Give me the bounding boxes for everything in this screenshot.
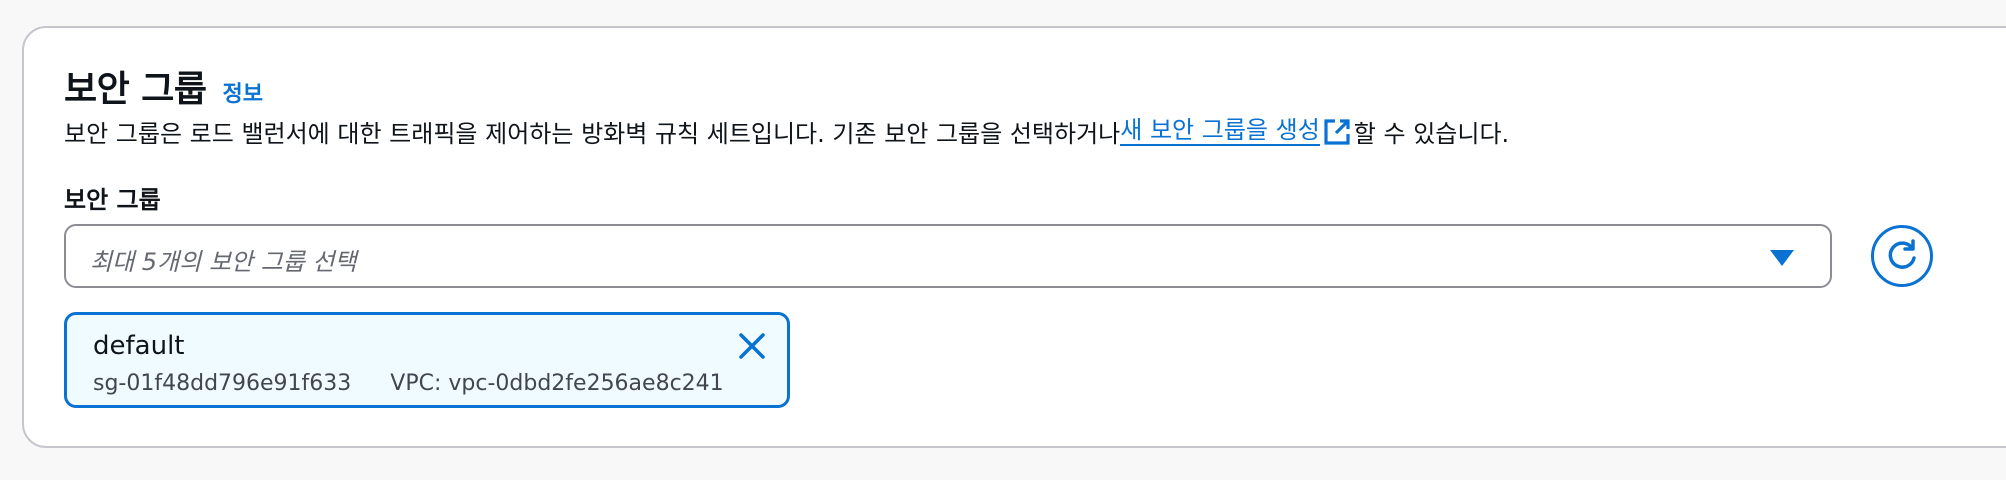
section-title: 보안 그룹 [64, 69, 207, 110]
section-header: 보안 그룹 정보 [64, 60, 263, 112]
external-link-icon[interactable] [1322, 117, 1352, 147]
create-security-group-link[interactable]: 새 보안 그룹을 생성 [1120, 116, 1320, 147]
refresh-button[interactable] [1871, 225, 1933, 287]
security-group-field-label: 보안 그룹 [64, 186, 161, 214]
refresh-icon [1888, 239, 1916, 269]
token-vpc-id: VPC: vpc-0dbd2fe256ae8c241 [390, 371, 724, 396]
token-group-name: default [93, 331, 185, 361]
select-placeholder: 최대 5개의 보안 그룹 선택 [90, 248, 357, 276]
token-meta: sg-01f48dd796e91f633 VPC: vpc-0dbd2fe256… [93, 371, 724, 396]
description-text: 보안 그룹은 로드 밸런서에 대한 트래픽을 제어하는 방화벽 규칙 세트입니다… [64, 120, 1121, 148]
close-icon[interactable] [733, 327, 771, 365]
selected-security-group-token: default sg-01f48dd796e91f633 VPC: vpc-0d… [64, 312, 790, 408]
caret-down-icon[interactable] [1770, 250, 1794, 266]
description-suffix: 할 수 있습니다. [1353, 120, 1510, 148]
security-group-select[interactable]: 최대 5개의 보안 그룹 선택 [64, 224, 1832, 288]
section-description: 보안 그룹은 로드 밸런서에 대한 트래픽을 제어하는 방화벽 규칙 세트입니다… [64, 114, 1509, 149]
token-group-id: sg-01f48dd796e91f633 [93, 371, 352, 396]
info-link[interactable]: 정보 [223, 76, 263, 108]
